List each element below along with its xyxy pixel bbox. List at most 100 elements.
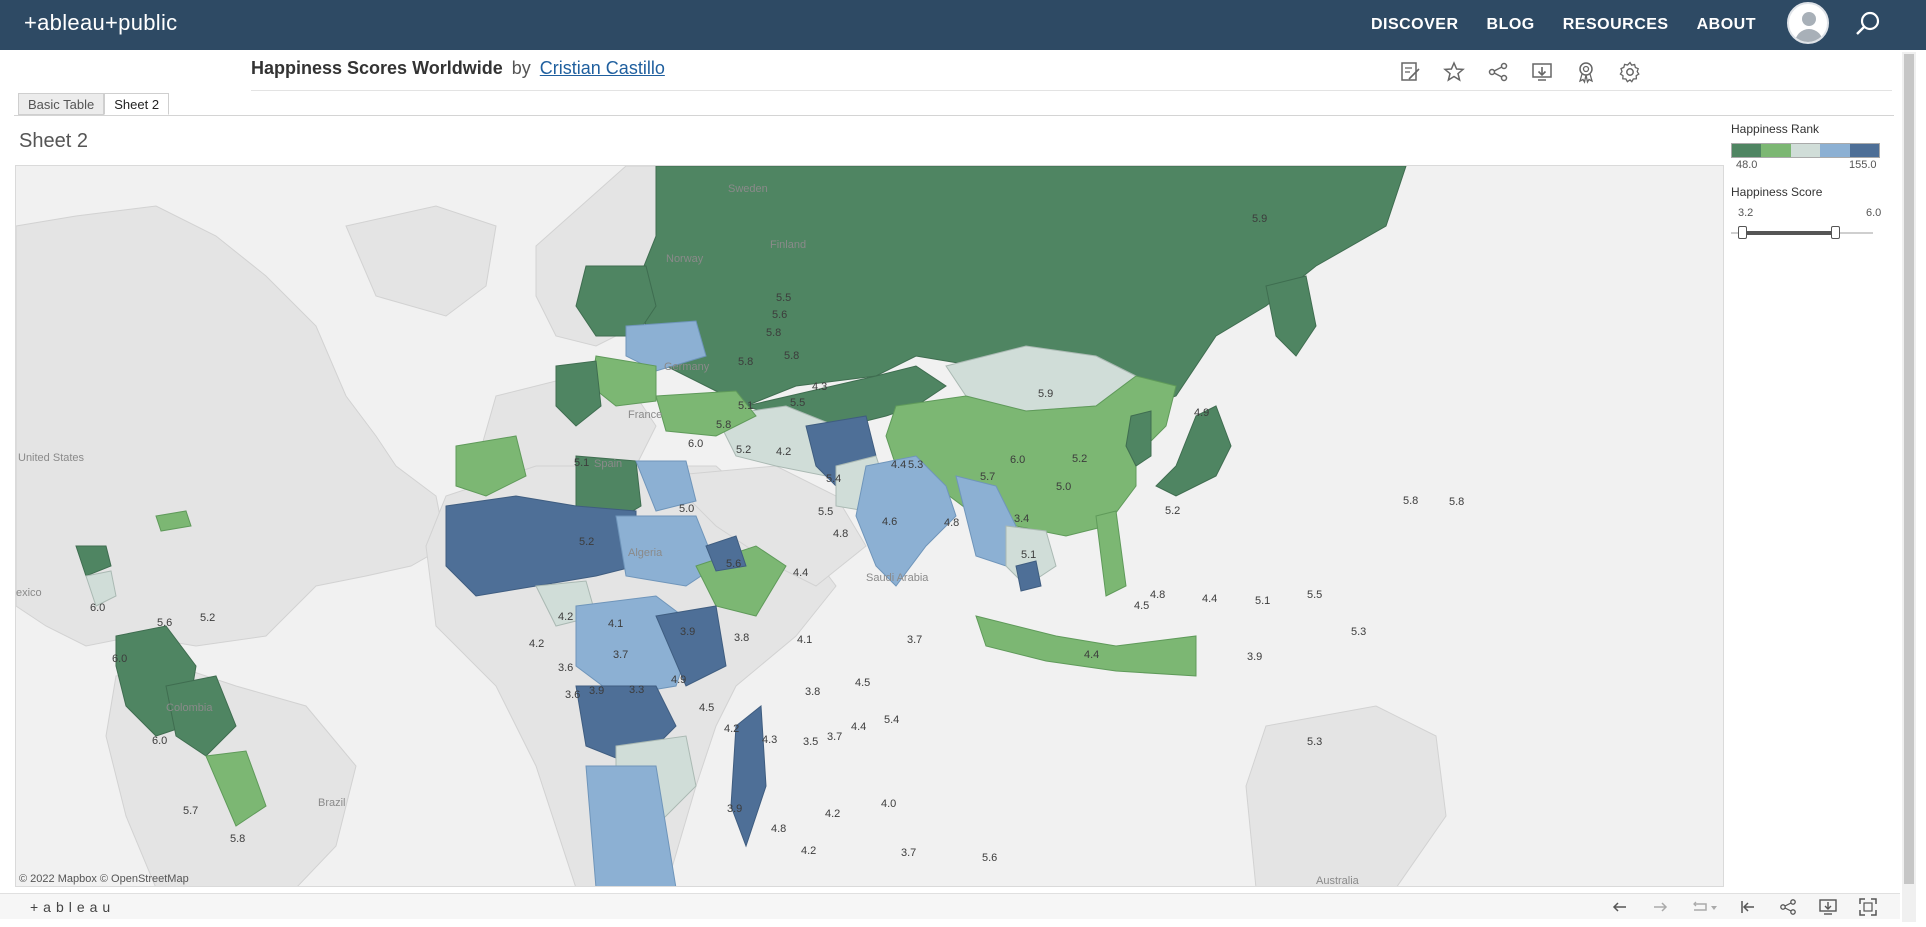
- share-footer-icon[interactable]: [1778, 897, 1798, 917]
- user-avatar[interactable]: [1787, 2, 1829, 44]
- value-label: 4.4: [891, 459, 906, 471]
- title-divider: [251, 90, 1892, 91]
- nav-link-resources[interactable]: RESOURCES: [1563, 16, 1669, 34]
- value-label: 5.5: [776, 292, 791, 304]
- top-navigation-bar: +ableau+public DISCOVER BLOG RESOURCES A…: [0, 0, 1926, 50]
- value-label: 5.6: [157, 617, 172, 629]
- revert-icon[interactable]: [1738, 897, 1758, 917]
- fullscreen-icon[interactable]: [1858, 897, 1878, 917]
- slider-min-handle[interactable]: [1738, 226, 1747, 239]
- author-link[interactable]: Cristian Castillo: [540, 58, 665, 78]
- scrollbar-thumb[interactable]: [1904, 54, 1914, 884]
- tableau-public-logo[interactable]: +ableau+public: [24, 10, 177, 36]
- value-label: 3.7: [907, 634, 922, 646]
- tableau-footer-logo[interactable]: +ableau: [30, 899, 115, 915]
- favorite-star-icon[interactable]: [1442, 60, 1466, 84]
- value-label: 3.8: [805, 686, 820, 698]
- value-label: 5.7: [980, 471, 995, 483]
- search-icon[interactable]: [1853, 9, 1883, 39]
- share-icon[interactable]: [1486, 60, 1510, 84]
- nav-link-about[interactable]: ABOUT: [1697, 16, 1756, 34]
- value-label: 5.1: [574, 457, 589, 469]
- australia-land: [1245, 705, 1447, 886]
- replay-icon[interactable]: [1690, 897, 1718, 917]
- value-label: 5.6: [772, 309, 787, 321]
- by-label: by: [511, 58, 531, 78]
- page-scrollbar[interactable]: [1902, 52, 1916, 922]
- map-canvas[interactable]: Sweden Finland Norway Germany France Spa…: [16, 166, 1724, 887]
- value-label: 5.3: [1351, 626, 1366, 638]
- download-icon[interactable]: [1530, 60, 1554, 84]
- value-label: 5.8: [1449, 496, 1464, 508]
- ramp-step-4: [1820, 144, 1850, 157]
- value-label: 4.8: [833, 528, 848, 540]
- value-label: 5.8: [716, 419, 731, 431]
- value-label: 3.6: [565, 689, 580, 701]
- value-label: 5.8: [1403, 495, 1418, 507]
- map-attribution[interactable]: © 2022 Mapbox © OpenStreetMap: [19, 873, 189, 885]
- value-label: 4.8: [771, 823, 786, 835]
- geo-label: Saudi Arabia: [866, 572, 929, 584]
- value-label: 6.0: [688, 438, 703, 450]
- slider-max-handle[interactable]: [1831, 226, 1840, 239]
- ramp-step-3: [1790, 144, 1821, 157]
- value-label: 4.5: [1134, 600, 1149, 612]
- workbook-title-bar: Happiness Scores Worldwide by Cristian C…: [251, 58, 665, 79]
- cambodia-region[interactable]: [1015, 560, 1042, 592]
- value-label: 4.9: [671, 674, 686, 686]
- redo-icon[interactable]: [1650, 897, 1670, 917]
- nav-links: DISCOVER BLOG RESOURCES ABOUT: [1371, 0, 1756, 50]
- ramp-step-1: [1732, 144, 1762, 157]
- settings-gear-icon[interactable]: [1618, 60, 1642, 84]
- tab-basic-table[interactable]: Basic Table: [18, 93, 105, 115]
- nav-link-discover[interactable]: DISCOVER: [1371, 16, 1459, 34]
- value-label: 5.5: [818, 506, 833, 518]
- value-label: 5.2: [200, 612, 215, 624]
- value-label: 5.2: [579, 536, 594, 548]
- value-label: 4.4: [851, 721, 866, 733]
- ramp-step-2: [1761, 144, 1791, 157]
- value-label: 4.2: [776, 446, 791, 458]
- value-label: 5.4: [826, 473, 841, 485]
- value-label: 4.1: [608, 618, 623, 630]
- nav-link-blog[interactable]: BLOG: [1487, 16, 1535, 34]
- value-label: 5.3: [908, 459, 923, 471]
- value-label: 5.7: [183, 805, 198, 817]
- undo-icon[interactable]: [1610, 897, 1630, 917]
- edit-workbook-icon[interactable]: [1398, 60, 1422, 84]
- value-label: 3.7: [901, 847, 916, 859]
- value-label: 5.5: [790, 397, 805, 409]
- value-label: 6.0: [1010, 454, 1025, 466]
- value-label: 3.7: [827, 731, 842, 743]
- tab-sheet-2[interactable]: Sheet 2: [104, 93, 170, 115]
- download-footer-icon[interactable]: [1818, 897, 1838, 917]
- value-label: 4.2: [529, 638, 544, 650]
- value-label: 4.4: [793, 567, 808, 579]
- workbook-title: Happiness Scores Worldwide: [251, 58, 503, 78]
- value-label: 5.5: [1307, 589, 1322, 601]
- happiness-rank-color-ramp[interactable]: [1731, 143, 1880, 158]
- happiness-score-slider[interactable]: [1731, 225, 1873, 241]
- geo-label: Australia: [1316, 875, 1360, 887]
- score-max-label: 6.0: [1866, 207, 1882, 219]
- value-label: 5.2: [1072, 453, 1087, 465]
- value-label: 4.6: [882, 516, 897, 528]
- value-label: 4.8: [944, 517, 959, 529]
- value-label: 4.4: [1084, 649, 1099, 661]
- value-label: 3.4: [1014, 513, 1029, 525]
- value-label: 5.8: [230, 833, 245, 845]
- value-label: 4.9: [1194, 407, 1209, 419]
- value-label: 5.8: [784, 350, 799, 362]
- value-label: 6.0: [152, 735, 167, 747]
- value-label: 4.3: [812, 381, 827, 393]
- value-label: 6.0: [90, 602, 105, 614]
- value-label: 3.9: [1247, 651, 1262, 663]
- value-label: 5.8: [766, 327, 781, 339]
- avatar-head-shape: [1802, 12, 1816, 26]
- value-label: 5.6: [726, 558, 741, 570]
- world-choropleth-map[interactable]: Sweden Finland Norway Germany France Spa…: [15, 165, 1724, 887]
- happiness-score-filter-title: Happiness Score: [1731, 185, 1823, 199]
- value-label: 5.1: [1255, 595, 1270, 607]
- badge-award-icon[interactable]: [1574, 60, 1598, 84]
- workbook-toolbar: [1398, 60, 1642, 84]
